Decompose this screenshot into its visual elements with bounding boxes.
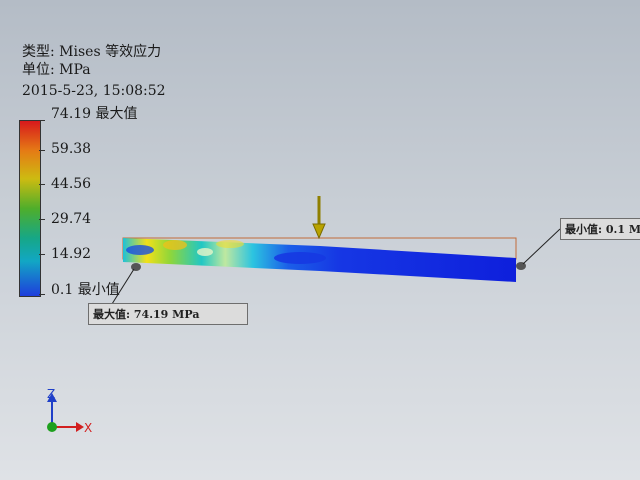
stress-spot <box>126 245 154 255</box>
stress-spot <box>197 248 213 256</box>
min-value-tag[interactable]: 最小值: 0.1 MPa <box>560 218 640 240</box>
x-axis-arrow-icon <box>76 422 84 432</box>
stress-spot <box>163 240 187 250</box>
z-axis-label: Z <box>47 387 55 401</box>
x-axis-label: X <box>84 421 92 435</box>
model-viewport[interactable]: Z X <box>0 0 640 480</box>
stress-spot <box>274 252 326 264</box>
min-leader-line <box>522 228 561 265</box>
stress-spot <box>216 240 244 248</box>
max-value-tag[interactable]: 最大值: 74.19 MPa <box>88 303 248 325</box>
load-arrow-icon[interactable] <box>312 223 326 240</box>
max-leader-line <box>111 268 135 305</box>
max-probe-marker[interactable] <box>131 263 141 271</box>
origin-icon <box>47 422 57 432</box>
